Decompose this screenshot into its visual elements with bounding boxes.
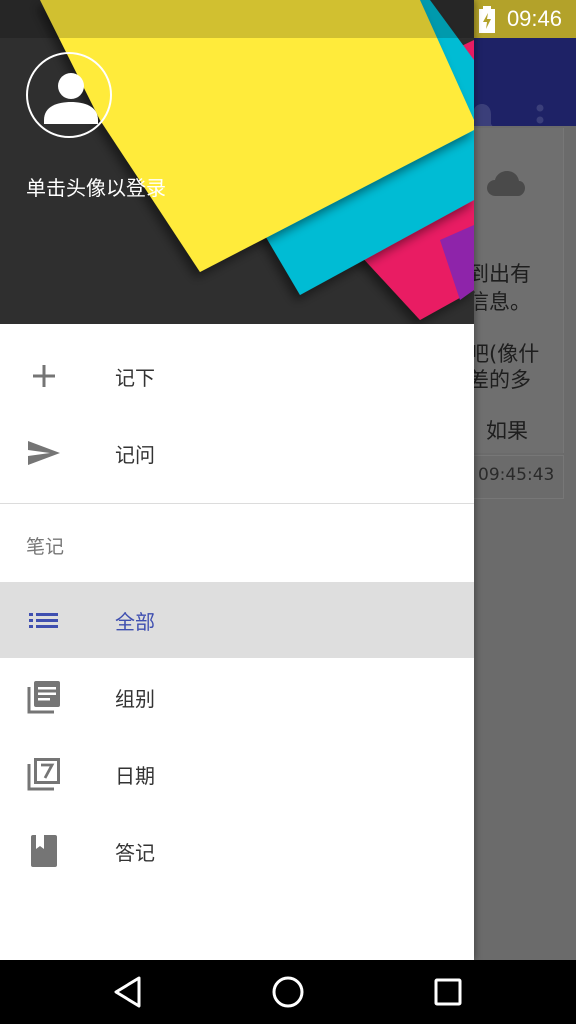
status-time: 09:46 xyxy=(506,6,562,31)
menu-item-label: 记问 xyxy=(115,443,155,467)
menu-item-all[interactable]: 全部 xyxy=(0,582,474,658)
system-nav-bar xyxy=(0,960,576,1024)
plus-icon xyxy=(33,365,55,387)
note-card-text: 信息。 xyxy=(468,290,531,314)
menu-item-date[interactable]: 日期 xyxy=(0,736,474,812)
home-icon[interactable] xyxy=(270,974,306,1010)
menu-item-label: 记下 xyxy=(115,366,155,390)
book-icon xyxy=(31,835,57,867)
note-card-time: 09:45:43 xyxy=(478,465,555,485)
menu-item-groups[interactable]: 组别 xyxy=(0,659,474,735)
menu-item-label: 组别 xyxy=(115,687,155,711)
navigation-drawer: 单击头像以登录 记下 记问 笔记 全部 组别 日期 答记 xyxy=(0,0,474,960)
drawer-header: 单击头像以登录 xyxy=(0,0,474,324)
send-icon xyxy=(28,441,60,465)
menu-item-label: 全部 xyxy=(115,610,155,634)
menu-item-label: 日期 xyxy=(115,764,155,788)
menu-item-label: 答记 xyxy=(115,841,155,865)
avatar[interactable] xyxy=(26,52,112,138)
login-hint[interactable]: 单击头像以登录 xyxy=(26,172,166,201)
back-icon[interactable] xyxy=(112,974,144,1010)
person-icon xyxy=(44,73,98,124)
menu-item-answers[interactable]: 答记 xyxy=(0,813,474,889)
header-decoration xyxy=(40,0,474,320)
note-card-text: 如果 xyxy=(486,419,528,443)
note-card-text: 差的多 xyxy=(468,368,531,392)
battery-icon xyxy=(479,6,495,33)
library-icon xyxy=(27,681,60,714)
list-icon xyxy=(29,613,58,628)
note-card-text: 到出有 xyxy=(468,262,531,286)
cloud-icon xyxy=(487,171,525,196)
divider xyxy=(0,503,474,504)
status-tint xyxy=(0,0,474,38)
calendar-7-icon xyxy=(27,758,60,791)
menu-item-note-down[interactable]: 记下 xyxy=(0,338,474,414)
menu-item-ask[interactable]: 记问 xyxy=(0,415,474,491)
recents-icon[interactable] xyxy=(432,974,464,1010)
section-title-notes: 笔记 xyxy=(26,536,65,558)
